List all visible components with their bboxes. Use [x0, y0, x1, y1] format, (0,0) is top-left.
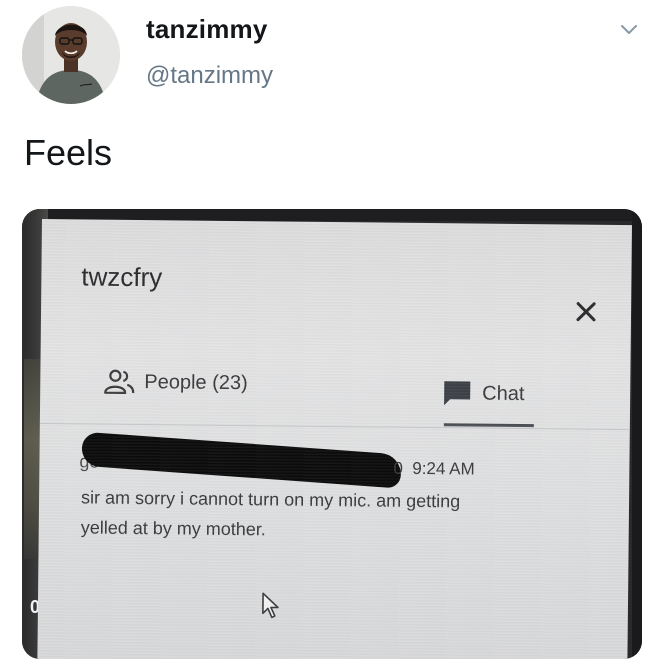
chevron-down-icon[interactable] — [616, 16, 642, 42]
tab-people[interactable]: People (23) — [102, 366, 248, 400]
meet-side-panel: twzcfry People (23) Chat go 0 9:24 — [37, 219, 632, 659]
tweet-photo[interactable]: 0 twzcfry People (23) Chat go — [22, 209, 642, 659]
message-text-line: sir am sorry i cannot turn on my mic. am… — [80, 487, 461, 512]
chat-bubble-icon — [444, 381, 471, 406]
meeting-code: twzcfry — [81, 261, 163, 293]
tweet-text: Feels — [24, 132, 113, 173]
profile-photo — [22, 6, 120, 104]
redaction-scribble — [80, 431, 403, 489]
screen-bezel-right — [632, 209, 642, 659]
message-text-line: yelled at by my mother. — [80, 517, 266, 540]
display-name[interactable]: tanzimmy — [146, 14, 268, 45]
user-handle[interactable]: @tanzimmy — [146, 62, 273, 90]
tab-chat[interactable]: Chat — [442, 377, 525, 410]
close-icon[interactable] — [571, 297, 601, 327]
tab-chat-label: Chat — [482, 382, 525, 405]
tab-people-label: People (23) — [144, 370, 248, 394]
mouse-pointer-icon — [260, 591, 282, 621]
avatar[interactable] — [22, 6, 120, 104]
message-timestamp: 0 9:24 AM — [393, 458, 475, 479]
tab-divider — [39, 422, 630, 431]
people-icon — [104, 369, 135, 394]
